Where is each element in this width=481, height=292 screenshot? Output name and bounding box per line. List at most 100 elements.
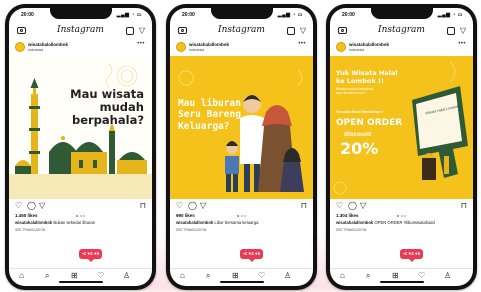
caption-text: Bukan sekedar liburan	[53, 220, 96, 225]
instagram-header: Instagram ▽	[9, 24, 152, 40]
post-header: wisatahalallombok Indonesia •••	[9, 41, 152, 55]
caption-username[interactable]: wisatahalallombok	[176, 220, 213, 225]
more-options-icon[interactable]: •••	[458, 41, 466, 47]
caption-text: Libur bersama keluarga	[214, 220, 259, 225]
post-caption: wisatahalallombok OPEN ORDER #liburwisat…	[336, 220, 469, 225]
heart-count: 4	[90, 251, 93, 256]
caption-username[interactable]: wisatahalallombok	[15, 220, 52, 225]
see-translation-link[interactable]: SEE TRANSLATION	[176, 228, 206, 232]
new-post-icon[interactable]: ⊞	[71, 271, 78, 280]
home-icon[interactable]: ⌂	[340, 271, 345, 280]
open-order-title: OPEN ORDER	[336, 118, 403, 128]
home-icon[interactable]: ⌂	[180, 271, 185, 280]
igtv-icon[interactable]	[126, 27, 134, 35]
direct-message-icon[interactable]: ▽	[460, 26, 466, 36]
search-icon[interactable]: ⌕	[366, 271, 370, 280]
home-indicator	[219, 281, 264, 283]
phone-notch	[370, 8, 433, 19]
search-icon[interactable]: ⌕	[206, 271, 210, 280]
new-post-icon[interactable]: ⊞	[232, 271, 239, 280]
phone-mockup-3: 20:00 ▂▄▆ ◔ ▭ Instagram ▽ wisatahalallom…	[326, 4, 477, 290]
avatar[interactable]	[15, 42, 25, 52]
follower-count: 5	[417, 251, 421, 256]
phone-notch	[49, 8, 112, 19]
home-icon[interactable]: ⌂	[19, 271, 24, 280]
instagram-screen-1: 20:00 ▂▄▆ ◔ ▭ Instagram ▽ wisatahalallom…	[9, 8, 152, 286]
activity-notification-badge[interactable]: ▪1 ♥4 ●5	[79, 249, 103, 262]
headline-line-3: Keluarga?	[178, 120, 230, 132]
instagram-screen-3: 20:00 ▂▄▆ ◔ ▭ Instagram ▽ wisatahalallom…	[330, 8, 473, 286]
headline-line-2: Seru Bareng	[178, 109, 241, 121]
igtv-icon[interactable]	[287, 27, 295, 35]
discount-label: discount	[344, 131, 372, 138]
home-indicator	[379, 281, 424, 283]
account-location[interactable]: Indonesia	[349, 48, 364, 52]
post-caption: wisatahalallombok Libur bersama keluarga	[176, 220, 309, 225]
account-username[interactable]: wisatahalallombok	[28, 42, 68, 47]
see-translation-link[interactable]: SEE TRANSLATION	[336, 228, 366, 232]
instagram-header: Instagram ▽	[330, 24, 473, 40]
profile-icon[interactable]: ♙	[444, 271, 451, 280]
direct-message-icon[interactable]: ▽	[300, 26, 306, 36]
like-count[interactable]: 1.304 likes	[336, 213, 359, 218]
headline-line-3: berpahala?	[71, 113, 144, 128]
activity-notification-badge[interactable]: ▪1 ♥4 ●5	[240, 249, 264, 262]
instagram-screen-2: 20:00 ▂▄▆ ◔ ▭ Instagram ▽ wisatahalallom…	[170, 8, 313, 286]
post-image[interactable]: Mau wisata mudah berpahala?	[9, 56, 152, 199]
status-time: 20:00	[182, 12, 195, 18]
follower-count: 5	[257, 251, 261, 256]
status-time: 20:00	[21, 12, 34, 18]
heart-count: 4	[411, 251, 414, 256]
heart-count: 4	[251, 251, 254, 256]
instagram-header: Instagram ▽	[170, 24, 313, 40]
more-options-icon[interactable]: •••	[137, 41, 145, 47]
post-headline: Mau liburan Seru Bareng Keluarga?	[178, 98, 241, 132]
comment-count: 1	[404, 251, 408, 256]
post-image[interactable]: Yuk Wisata Halal ke Lombok !! Wisata mud…	[330, 56, 473, 199]
status-time: 20:00	[342, 12, 355, 18]
avatar[interactable]	[336, 42, 346, 52]
post-caption: wisatahalallombok Bukan sekedar liburan	[15, 220, 148, 225]
subline-2: dan nikmati bonus !	[336, 91, 366, 96]
activity-heart-icon[interactable]: ♡	[418, 271, 425, 280]
follower-count: 5	[96, 251, 100, 256]
phone-notch	[210, 8, 273, 19]
account-location[interactable]: Indonesia	[28, 48, 43, 52]
home-indicator	[58, 281, 103, 283]
account-username[interactable]: wisatahalallombok	[189, 42, 229, 47]
activity-heart-icon[interactable]: ♡	[97, 271, 104, 280]
post-subline: Wisata mudah berpahala dan nikmati bonus…	[336, 87, 374, 96]
avatar[interactable]	[176, 42, 186, 52]
direct-message-icon[interactable]: ▽	[139, 26, 145, 36]
post-headline: Yuk Wisata Halal ke Lombok !!	[336, 69, 398, 86]
caption-username[interactable]: wisatahalallombok	[336, 220, 373, 225]
account-location[interactable]: Indonesia	[189, 48, 204, 52]
igtv-icon[interactable]	[447, 27, 455, 35]
comment-count: 1	[244, 251, 248, 256]
activity-heart-icon[interactable]: ♡	[258, 271, 265, 280]
signal-battery-icon: ▂▄▆ ◔ ▭	[437, 12, 463, 18]
phone-mockup-2: 20:00 ▂▄▆ ◔ ▭ Instagram ▽ wisatahalallom…	[166, 4, 317, 290]
activity-notification-badge[interactable]: ▪1 ♥4 ●5	[400, 249, 424, 262]
like-count[interactable]: 1.450 likes	[15, 213, 38, 218]
search-icon[interactable]: ⌕	[45, 271, 49, 280]
see-translation-link[interactable]: SEE TRANSLATION	[15, 228, 45, 232]
new-post-icon[interactable]: ⊞	[392, 271, 399, 280]
post-image[interactable]: Mau liburan Seru Bareng Keluarga?	[170, 56, 313, 199]
like-count[interactable]: 990 likes	[176, 213, 195, 218]
caption-text: OPEN ORDER #liburwisatahalal	[374, 220, 435, 225]
promo-caption: Tersedia Mulai Ramadhan !!	[336, 110, 384, 114]
profile-icon[interactable]: ♙	[123, 271, 130, 280]
profile-icon[interactable]: ♙	[284, 271, 291, 280]
headline-line-2: ke Lombok !!	[336, 76, 384, 85]
more-options-icon[interactable]: •••	[298, 41, 306, 47]
discount-value: 20%	[340, 139, 379, 158]
headline-line-1: Mau liburan	[178, 98, 241, 109]
comment-count: 1	[83, 251, 87, 256]
account-username[interactable]: wisatahalallombok	[349, 42, 389, 47]
phone-mockup-1: 20:00 ▂▄▆ ◔ ▭ Instagram ▽ wisatahalallom…	[5, 4, 156, 290]
post-header: wisatahalallombok Indonesia •••	[170, 41, 313, 55]
signal-battery-icon: ▂▄▆ ◔ ▭	[116, 12, 142, 18]
post-headline: Mau wisata mudah berpahala?	[70, 87, 144, 128]
post-header: wisatahalallombok Indonesia •••	[330, 41, 473, 55]
